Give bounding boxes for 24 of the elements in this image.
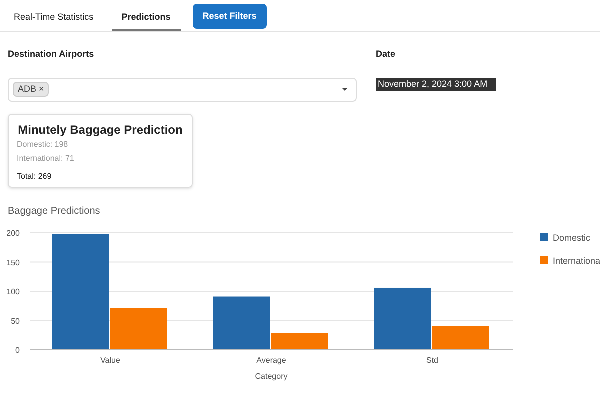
axis-tick-label: 100 [6, 287, 20, 296]
axis-tick-label: 200 [6, 228, 20, 238]
axis-title: Category [255, 372, 288, 380]
domestic-count: Domestic: 198 [17, 138, 70, 150]
axis-tick-label: 0 [16, 346, 20, 354]
dropdown-caret-icon [342, 88, 348, 91]
category-label: Average [256, 356, 286, 364]
legend-label: Domestic [553, 232, 591, 242]
card-title: Minutely Baggage Prediction [17, 122, 184, 138]
total-count: Total: 269 [17, 170, 53, 182]
axis-tick-label: 150 [6, 258, 20, 267]
field-label: Destination Airports [8, 48, 96, 61]
tab[interactable]: Real-Time Statistics [4, 6, 104, 31]
axis-tick-label: 50 [11, 316, 20, 326]
field-label: Date [376, 48, 397, 61]
date-field[interactable]: November 2, 2024 3:00 AM [376, 78, 496, 91]
reset-filters-button[interactable]: Reset Filters [192, 4, 267, 30]
chart-title: Baggage Predictions [8, 204, 102, 218]
airport-chip: ADB × [13, 82, 50, 98]
category-label: Std [426, 356, 438, 364]
category-label: Value [100, 356, 120, 364]
tab[interactable]: Predictions [112, 6, 181, 31]
international-count: International: 71 [17, 152, 76, 164]
airport-select[interactable]: ADB × [8, 78, 357, 102]
